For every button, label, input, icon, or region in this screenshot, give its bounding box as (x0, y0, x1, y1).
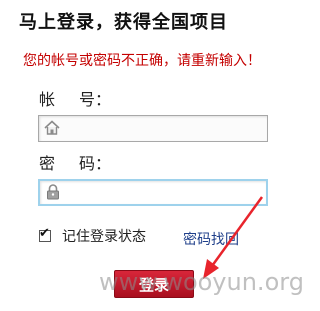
lock-icon (47, 184, 59, 200)
account-input[interactable] (65, 118, 260, 138)
account-field[interactable] (38, 115, 268, 142)
page-title: 马上登录，获得全国项目 (19, 12, 228, 33)
home-icon (44, 120, 60, 135)
password-field[interactable] (38, 179, 268, 206)
remember-login-option[interactable]: ✔ 记住登录状态 (39, 226, 146, 246)
remember-label: 记住登录状态 (62, 229, 146, 245)
login-button[interactable]: 登录 (114, 270, 194, 298)
account-label-first: 帐 (39, 90, 56, 109)
forgot-password-link[interactable]: 密码找回 (183, 229, 239, 249)
account-label-second: 号： (79, 90, 112, 109)
checkmark-icon: ✔ (39, 226, 50, 241)
account-label: 帐 号： (39, 86, 111, 110)
password-label-first: 密 (39, 154, 56, 173)
error-message: 您的帐号或密码不正确，请重新输入！ (23, 53, 261, 69)
remember-checkbox[interactable]: ✔ (39, 226, 51, 242)
password-input[interactable] (66, 183, 261, 203)
password-label: 密 码： (39, 150, 111, 174)
password-label-second: 码： (79, 154, 112, 173)
